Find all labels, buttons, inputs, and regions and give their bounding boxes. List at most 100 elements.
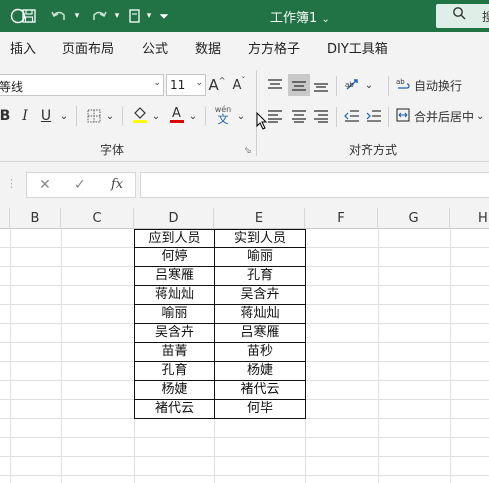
grid-row: [0, 457, 489, 476]
undo-icon[interactable]: [46, 6, 72, 26]
title-bar: ▾ ▾ ▾ ⏷ 工作簿1 ⌄ 搜: [0, 0, 489, 32]
align-center-icon[interactable]: [288, 105, 310, 127]
table-cell[interactable]: 吴含卉: [214, 286, 306, 305]
table-cell[interactable]: 蒋灿灿: [214, 305, 306, 324]
table-cell[interactable]: 褚代云: [134, 400, 215, 419]
font-dialog-launcher-icon[interactable]: ⬂: [244, 146, 252, 156]
search-box[interactable]: 搜: [436, 4, 489, 28]
column-header-d[interactable]: D: [134, 208, 214, 229]
shrink-font-label: A: [232, 77, 242, 93]
format-painter-dropdown-icon[interactable]: ▾: [144, 6, 154, 26]
decrease-caret-icon: ˇ: [241, 75, 246, 85]
separator: [336, 107, 337, 127]
table-cell[interactable]: 喻丽: [214, 248, 306, 267]
separator: [76, 106, 77, 126]
formula-input[interactable]: [140, 172, 489, 198]
cancel-icon[interactable]: ✕: [39, 177, 51, 193]
shrink-font-button[interactable]: Aˇ: [230, 74, 248, 96]
decrease-indent-icon[interactable]: [342, 105, 362, 127]
orientation-icon[interactable]: ab: [342, 74, 364, 96]
save-icon[interactable]: [18, 6, 40, 26]
wrap-text-button[interactable]: ab 自动换行: [396, 74, 482, 96]
table-cell[interactable]: 喻丽: [134, 305, 215, 324]
increase-indent-icon[interactable]: [364, 105, 384, 127]
tab-data[interactable]: 数据: [195, 38, 221, 57]
tab-diy-toolbox[interactable]: DIY工具箱: [327, 38, 388, 57]
column-header-b[interactable]: B: [10, 208, 61, 229]
merge-center-icon: [396, 107, 410, 125]
table-cell[interactable]: 苗秒: [214, 343, 306, 362]
document-title-text: 工作簿1: [270, 11, 318, 26]
font-color-icon[interactable]: A: [167, 103, 187, 125]
enter-icon[interactable]: ✓: [74, 177, 86, 193]
phonetic-dropdown-icon[interactable]: ⌄: [236, 105, 246, 127]
align-right-icon[interactable]: [310, 105, 332, 127]
borders-icon[interactable]: [84, 105, 104, 127]
font-group-label: 字体: [100, 143, 125, 157]
table-cell[interactable]: 蒋灿灿: [134, 286, 215, 305]
redo-dropdown-icon[interactable]: ▾: [112, 6, 122, 26]
align-bottom-icon[interactable]: [310, 74, 332, 96]
svg-text:A: A: [172, 106, 181, 121]
resize-grip-icon[interactable]: ⋮: [6, 177, 17, 190]
chevron-down-icon[interactable]: ⌄: [153, 78, 161, 88]
grow-font-button[interactable]: A ^: [208, 74, 226, 96]
column-header-c[interactable]: C: [61, 208, 134, 229]
table-cell[interactable]: 吕寒雁: [134, 267, 215, 286]
increase-caret-icon: ^: [218, 75, 226, 85]
grid-col-line: [61, 229, 62, 483]
title-chevron-icon[interactable]: ⌄: [321, 14, 329, 25]
redo-icon[interactable]: [86, 6, 112, 26]
column-header-f[interactable]: F: [305, 208, 378, 229]
merge-dropdown-icon[interactable]: ⌄: [476, 111, 484, 122]
format-painter-icon[interactable]: [124, 6, 146, 26]
undo-dropdown-icon[interactable]: ▾: [72, 6, 82, 26]
table-cell[interactable]: 何毕: [214, 400, 306, 419]
bold-button[interactable]: B: [0, 105, 12, 127]
insert-function-icon[interactable]: fx: [111, 177, 123, 192]
tab-insert[interactable]: 插入: [10, 38, 36, 57]
separator: [388, 76, 389, 96]
table-header-cell[interactable]: 应到人员: [134, 229, 215, 248]
align-middle-icon[interactable]: [288, 74, 310, 96]
customize-qat-icon[interactable]: ⏷: [156, 6, 172, 26]
mouse-cursor-icon: [256, 111, 268, 134]
wrap-text-icon: ab: [396, 77, 410, 94]
table-cell[interactable]: 何婷: [134, 248, 215, 267]
underline-dropdown-icon[interactable]: ⌄: [58, 105, 70, 127]
chevron-down-icon[interactable]: ⌄: [195, 78, 203, 88]
tab-formulas[interactable]: 公式: [142, 38, 168, 57]
table-cell[interactable]: 孔育: [134, 362, 215, 381]
tab-fangfang[interactable]: 方方格子: [248, 38, 300, 57]
font-color-dropdown-icon[interactable]: ⌄: [187, 105, 199, 127]
font-size-combobox[interactable]: 11 ⌄: [166, 74, 206, 96]
orientation-dropdown-icon[interactable]: ⌄: [364, 74, 374, 96]
table-cell[interactable]: 褚代云: [214, 381, 306, 400]
font-name-combobox[interactable]: 等线 ⌄: [0, 74, 164, 96]
table-cell[interactable]: 苗菁: [134, 343, 215, 362]
separator: [388, 107, 389, 127]
underline-button[interactable]: U: [38, 105, 54, 127]
table-cell[interactable]: 杨婕: [214, 362, 306, 381]
table-cell[interactable]: 杨婕: [134, 381, 215, 400]
formula-buttons: ✕ ✓ fx: [26, 172, 136, 198]
column-header-e[interactable]: E: [214, 208, 305, 229]
grid-col-line: [378, 229, 379, 483]
phonetic-guide-button[interactable]: wén 文: [212, 104, 234, 126]
borders-dropdown-icon[interactable]: ⌄: [104, 105, 116, 127]
search-icon: [452, 6, 466, 24]
merge-center-label: 合并后居中: [414, 109, 475, 124]
table-cell[interactable]: 吕寒雁: [214, 324, 306, 343]
tab-page-layout[interactable]: 页面布局: [62, 38, 114, 57]
column-header-g[interactable]: G: [378, 208, 450, 229]
select-all-corner[interactable]: [0, 208, 10, 229]
merge-center-button[interactable]: 合并后居中 ⌄: [396, 105, 488, 127]
fill-color-dropdown-icon[interactable]: ⌄: [150, 105, 162, 127]
align-top-icon[interactable]: [264, 74, 286, 96]
italic-button[interactable]: I: [18, 105, 32, 127]
table-cell[interactable]: 吴含卉: [134, 324, 215, 343]
column-header-h[interactable]: H: [450, 208, 489, 229]
table-cell[interactable]: 孔育: [214, 267, 306, 286]
table-header-cell[interactable]: 实到人员: [214, 229, 306, 248]
fill-color-icon[interactable]: [130, 103, 150, 125]
